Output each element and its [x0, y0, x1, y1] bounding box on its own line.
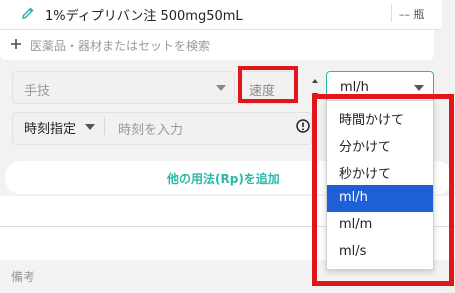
time-input[interactable]: 時刻を入力 [118, 119, 183, 138]
info-icon[interactable] [296, 119, 310, 133]
pencil-icon[interactable] [20, 5, 36, 21]
search-input[interactable]: 医薬品・器材またはセットを検索 [30, 37, 210, 54]
plus-icon[interactable] [10, 38, 22, 50]
unit-select-value: ml/h [340, 80, 369, 95]
technique-placeholder: 手技 [24, 84, 51, 99]
drug-name: 1%ディプリバン注 500mg50mL [45, 9, 243, 24]
add-regimen-label: 他の用法(Rp)を追加 [167, 172, 280, 186]
chevron-down-icon[interactable] [414, 85, 424, 91]
notes-label: 備考 [11, 270, 36, 284]
drug-unit: –– 瓶 [399, 8, 425, 21]
time-mode-select[interactable]: 時刻指定 [24, 118, 76, 137]
chevron-down-icon[interactable] [85, 124, 95, 130]
speed-highlight-box [238, 66, 298, 103]
chevron-down-icon[interactable] [216, 85, 226, 91]
time-divider [104, 117, 105, 135]
drug-divider [391, 4, 392, 22]
dropdown-highlight-box [312, 94, 454, 286]
